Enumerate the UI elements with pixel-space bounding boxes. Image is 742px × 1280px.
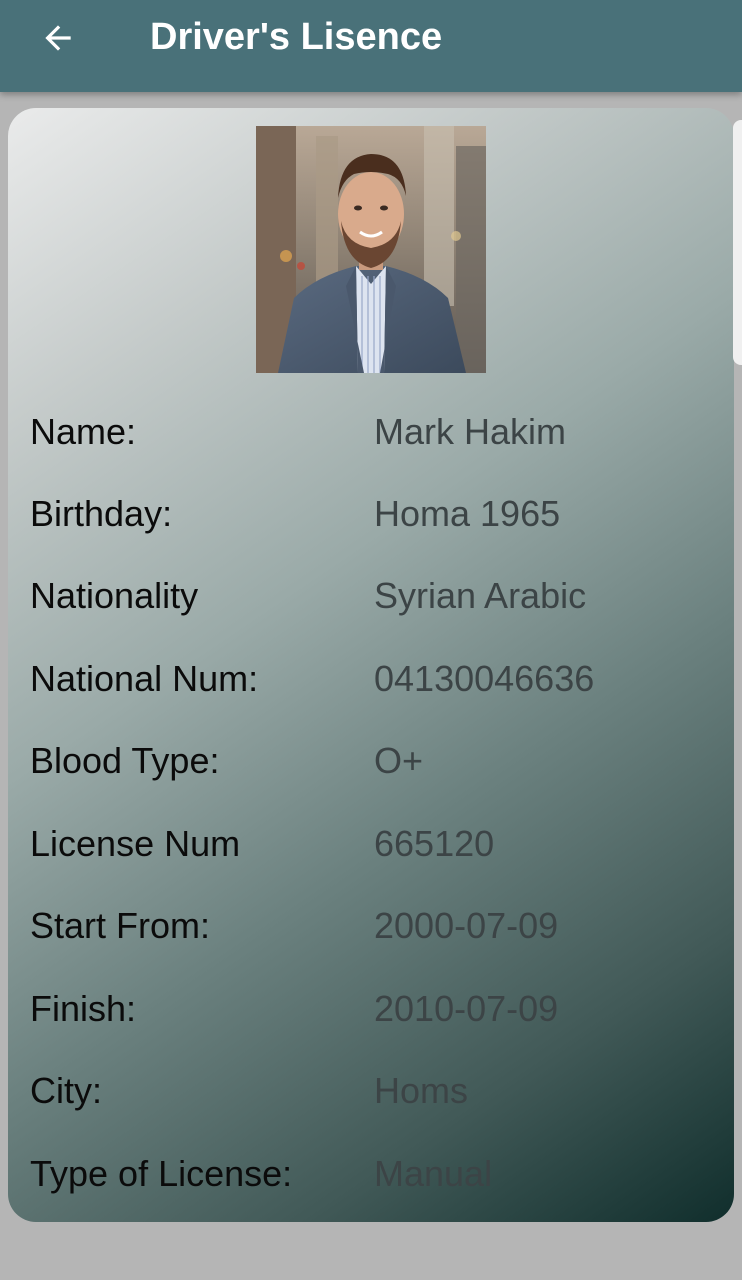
field-row-license-type: Type of License: Manual xyxy=(8,1144,734,1204)
arrow-left-icon xyxy=(45,25,71,51)
field-label: National Num: xyxy=(30,658,259,699)
app-bar: Driver's Lisence xyxy=(0,0,742,92)
field-value: 2010-07-09 xyxy=(374,988,559,1029)
field-label: City: xyxy=(30,1070,102,1111)
field-label: Nationality xyxy=(30,575,199,616)
side-panel-handle[interactable] xyxy=(733,120,742,365)
field-value: Syrian Arabic xyxy=(374,575,587,616)
field-row-name: Name: Mark Hakim xyxy=(8,402,734,462)
field-label: License Num xyxy=(30,823,241,864)
field-row-license-num: License Num 665120 xyxy=(8,814,734,874)
field-row-birthday: Birthday: Homa 1965 xyxy=(8,484,734,544)
field-row-finish: Finish: 2010-07-09 xyxy=(8,979,734,1039)
field-value: 2000-07-09 xyxy=(374,905,559,946)
field-row-start-from: Start From: 2000-07-09 xyxy=(8,896,734,956)
field-row-nationality: Nationality Syrian Arabic xyxy=(8,566,734,626)
field-label: Finish: xyxy=(30,988,137,1029)
field-value: Homs xyxy=(374,1070,469,1111)
field-row-blood-type: Blood Type: O+ xyxy=(8,731,734,791)
field-value: Mark Hakim xyxy=(374,411,567,452)
field-value: Homa 1965 xyxy=(374,493,561,534)
license-card: Name: Mark Hakim Birthday: Homa 1965 Nat… xyxy=(8,108,734,1222)
back-button[interactable] xyxy=(30,12,86,64)
field-value: 04130046636 xyxy=(374,658,595,699)
field-row-national-num: National Num: 04130046636 xyxy=(8,649,734,709)
page-title: Driver's Lisence xyxy=(150,16,443,58)
field-row-city: City: Homs xyxy=(8,1061,734,1121)
field-label: Name: xyxy=(30,411,137,452)
field-label: Type of License: xyxy=(30,1153,293,1194)
field-label: Blood Type: xyxy=(30,740,220,781)
field-value: O+ xyxy=(374,740,424,781)
field-label: Birthday: xyxy=(30,493,173,534)
field-label: Start From: xyxy=(30,905,211,946)
field-value: Manual xyxy=(374,1153,493,1194)
driver-photo xyxy=(256,126,486,373)
field-value: 665120 xyxy=(374,823,495,864)
